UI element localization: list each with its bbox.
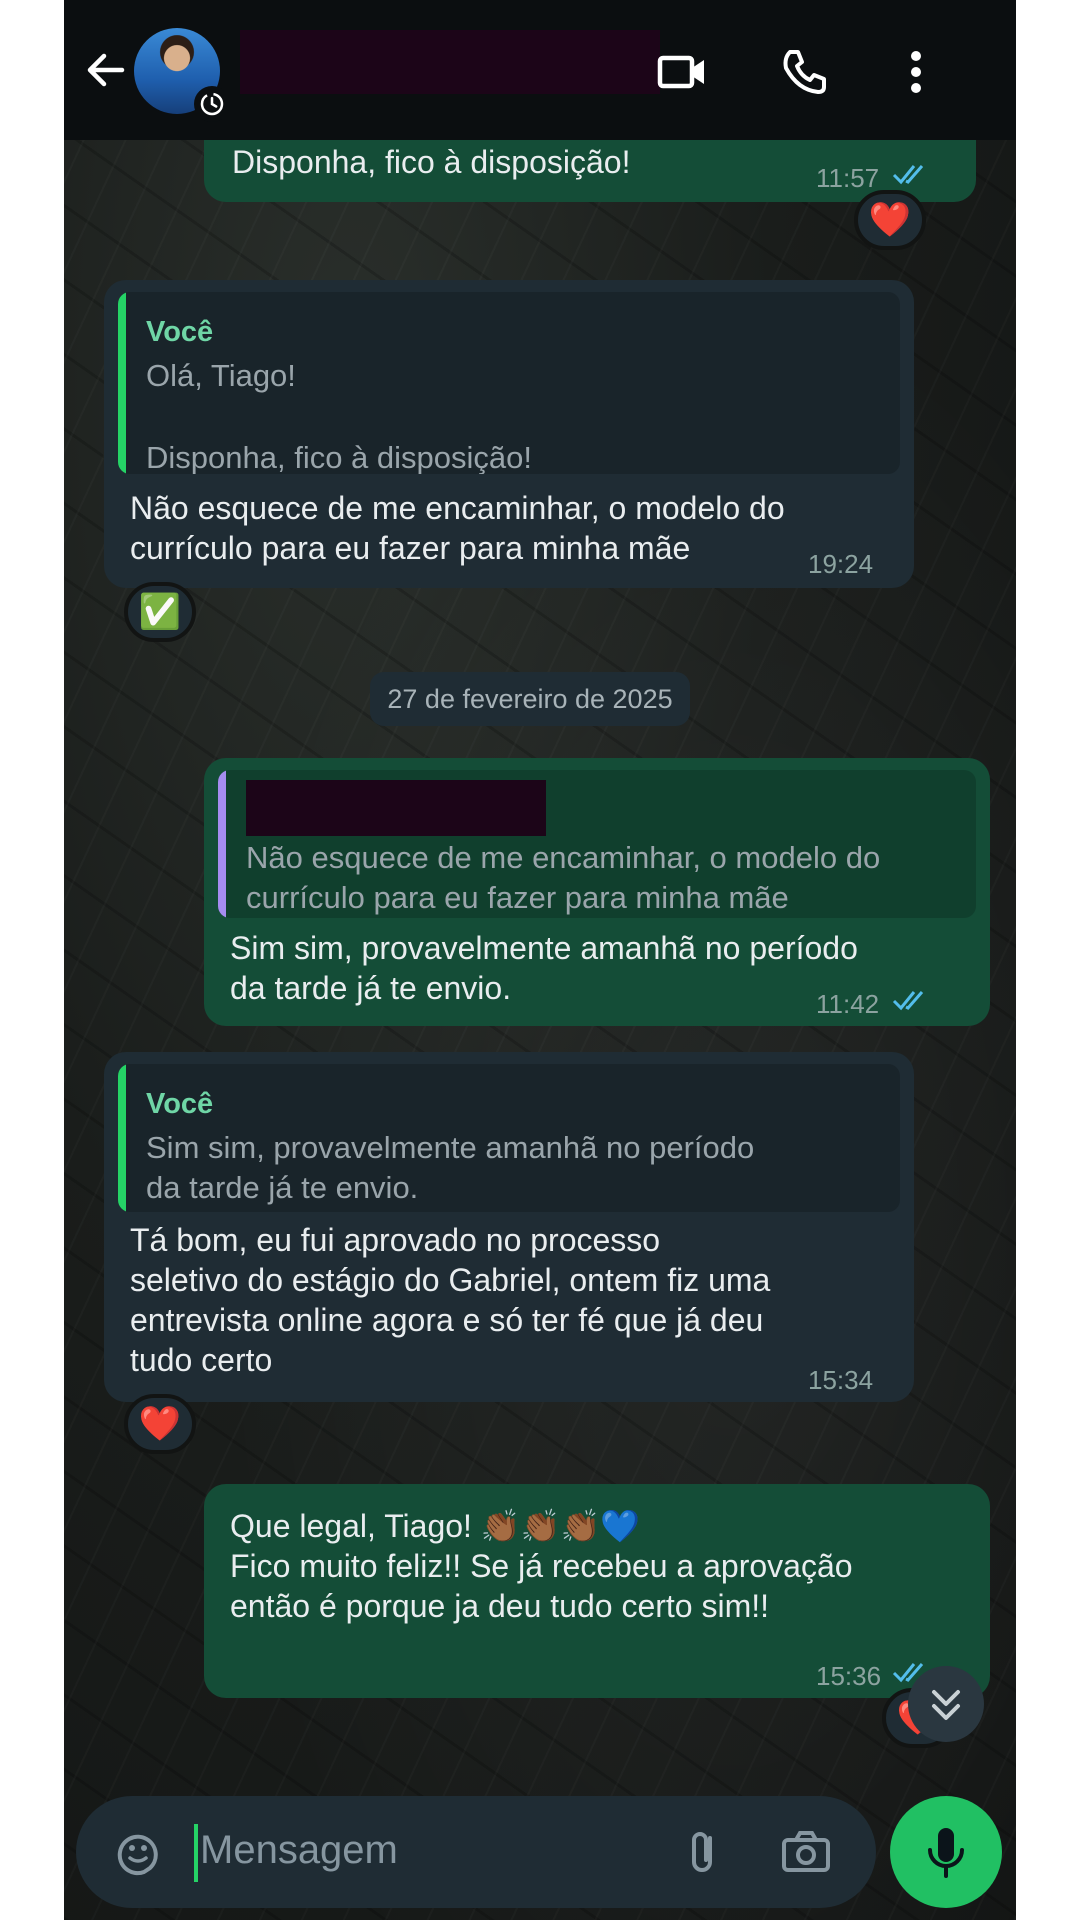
message-text: Que legal, Tiago! 👏🏾👏🏾👏🏾💙 bbox=[230, 1508, 641, 1544]
quote-text: da tarde já te envio. bbox=[146, 1170, 419, 1205]
quote-bar bbox=[218, 770, 226, 918]
quote-bar bbox=[118, 292, 126, 474]
message-time: 15:36 bbox=[816, 1661, 882, 1691]
sticker-icon[interactable] bbox=[110, 1824, 166, 1880]
quote-bar bbox=[118, 1064, 126, 1212]
quote-text: Disponha, fico à disposição! bbox=[146, 440, 533, 474]
message-text: Sim sim, provavelmente amanhã no período bbox=[230, 930, 858, 966]
message-outgoing[interactable]: Que legal, Tiago! 👏🏾👏🏾👏🏾💙 Fico muito fel… bbox=[204, 1484, 990, 1698]
quoted-message[interactable]: Você Olá, Tiago! Disponha, fico à dispos… bbox=[118, 292, 900, 474]
message-time: 11:42 bbox=[816, 989, 880, 1019]
quote-author-redacted bbox=[246, 780, 546, 836]
message-text: entrevista online agora e só ter fé que … bbox=[130, 1302, 764, 1338]
status-icon bbox=[194, 86, 230, 122]
message-text: Tá bom, eu fui aprovado no processo bbox=[130, 1222, 661, 1258]
phone-icon[interactable] bbox=[776, 44, 832, 100]
paperclip-icon[interactable] bbox=[676, 1824, 732, 1880]
arrow-left-icon[interactable] bbox=[82, 46, 130, 94]
microphone-button[interactable] bbox=[890, 1796, 1002, 1908]
quote-author: Você bbox=[146, 1088, 214, 1120]
message-input-placeholder[interactable]: Mensagem bbox=[200, 1828, 398, 1873]
quote-text: Olá, Tiago! bbox=[146, 358, 296, 393]
read-ticks-icon bbox=[892, 991, 924, 1011]
text-caret bbox=[194, 1824, 198, 1882]
contact-name-redacted[interactable] bbox=[240, 30, 660, 94]
message-text: Disponha, fico à disposição! bbox=[232, 144, 631, 180]
message-incoming[interactable]: Você Sim sim, provavelmente amanhã no pe… bbox=[104, 1052, 914, 1402]
message-time: 19:24 bbox=[808, 549, 874, 579]
reaction-badge[interactable]: ❤️ bbox=[854, 190, 926, 250]
message-text: tudo certo bbox=[130, 1342, 273, 1378]
reaction-badge[interactable]: ❤️ bbox=[124, 1394, 196, 1454]
quoted-message[interactable]: Você Sim sim, provavelmente amanhã no pe… bbox=[118, 1064, 900, 1212]
message-outgoing[interactable]: Não esquece de me encaminhar, o modelo d… bbox=[204, 758, 990, 1026]
chat-header bbox=[64, 0, 1016, 140]
more-vertical-icon[interactable] bbox=[888, 44, 944, 100]
quote-text: currículo para eu fazer para minha mãe bbox=[246, 880, 789, 915]
camera-icon[interactable] bbox=[778, 1824, 834, 1880]
reaction-emoji: ✅ bbox=[138, 593, 182, 631]
message-text: Não esquece de me encaminhar, o modelo d… bbox=[130, 490, 785, 526]
quote-text: Não esquece de me encaminhar, o modelo d… bbox=[246, 840, 881, 875]
message-text: seletivo do estágio do Gabriel, ontem fi… bbox=[130, 1262, 771, 1298]
quoted-message[interactable]: Não esquece de me encaminhar, o modelo d… bbox=[218, 770, 976, 918]
double-chevron-down-icon bbox=[932, 1690, 960, 1720]
video-call-icon[interactable] bbox=[654, 44, 710, 100]
message-text: então é porque ja deu tudo certo sim!! bbox=[230, 1588, 770, 1624]
message-time: 15:34 bbox=[808, 1365, 874, 1395]
message-text: currículo para eu fazer para minha mãe bbox=[130, 530, 691, 566]
message-composer[interactable]: Mensagem bbox=[76, 1796, 876, 1908]
quote-text: Sim sim, provavelmente amanhã no período bbox=[146, 1130, 755, 1165]
chat-screen: Disponha, fico à disposição! 11:57 ❤️ Vo… bbox=[64, 0, 1016, 1920]
reaction-badge[interactable]: ✅ bbox=[124, 582, 196, 642]
reaction-emoji: ❤️ bbox=[138, 1405, 182, 1443]
message-text: Fico muito feliz!! Se já recebeu a aprov… bbox=[230, 1548, 853, 1584]
scroll-down-button[interactable] bbox=[908, 1666, 984, 1742]
read-ticks-icon bbox=[892, 165, 924, 185]
reaction-emoji: ❤️ bbox=[868, 201, 912, 239]
microphone-icon bbox=[928, 1828, 964, 1878]
message-time: 11:57 bbox=[816, 163, 880, 193]
message-text: da tarde já te envio. bbox=[230, 970, 512, 1006]
quote-author: Você bbox=[146, 316, 214, 348]
date-separator: 27 de fevereiro de 2025 bbox=[370, 672, 690, 726]
message-incoming[interactable]: Você Olá, Tiago! Disponha, fico à dispos… bbox=[104, 280, 914, 588]
